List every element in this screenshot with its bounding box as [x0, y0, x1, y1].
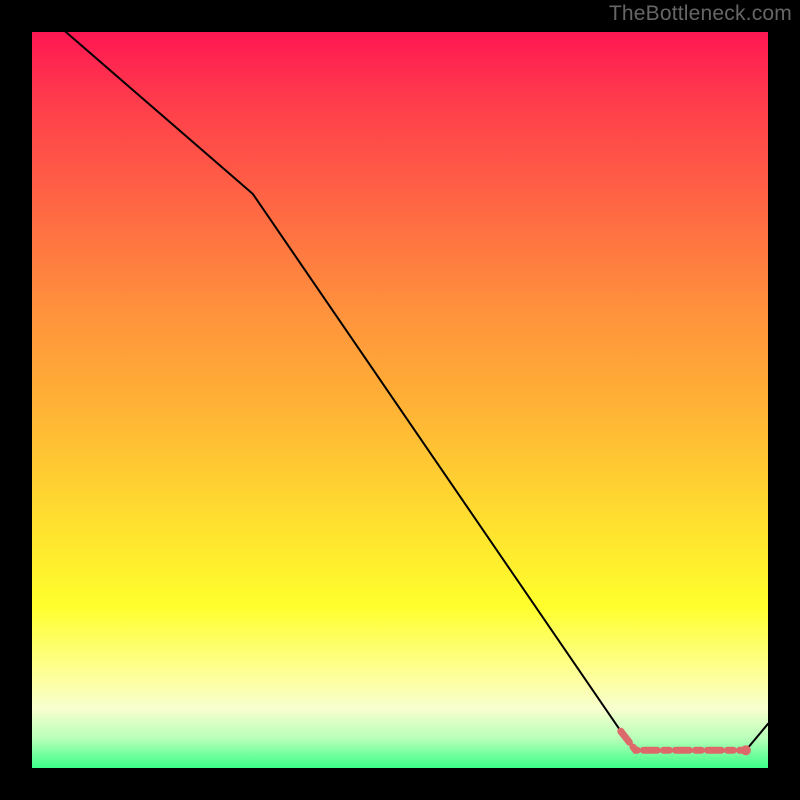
watermark-text: TheBottleneck.com [609, 2, 792, 26]
chart-frame: TheBottleneck.com [0, 0, 800, 800]
main-curve [32, 32, 768, 750]
accent-curve [621, 731, 746, 750]
accent-end-dot [741, 745, 751, 755]
chart-overlay [32, 32, 768, 768]
